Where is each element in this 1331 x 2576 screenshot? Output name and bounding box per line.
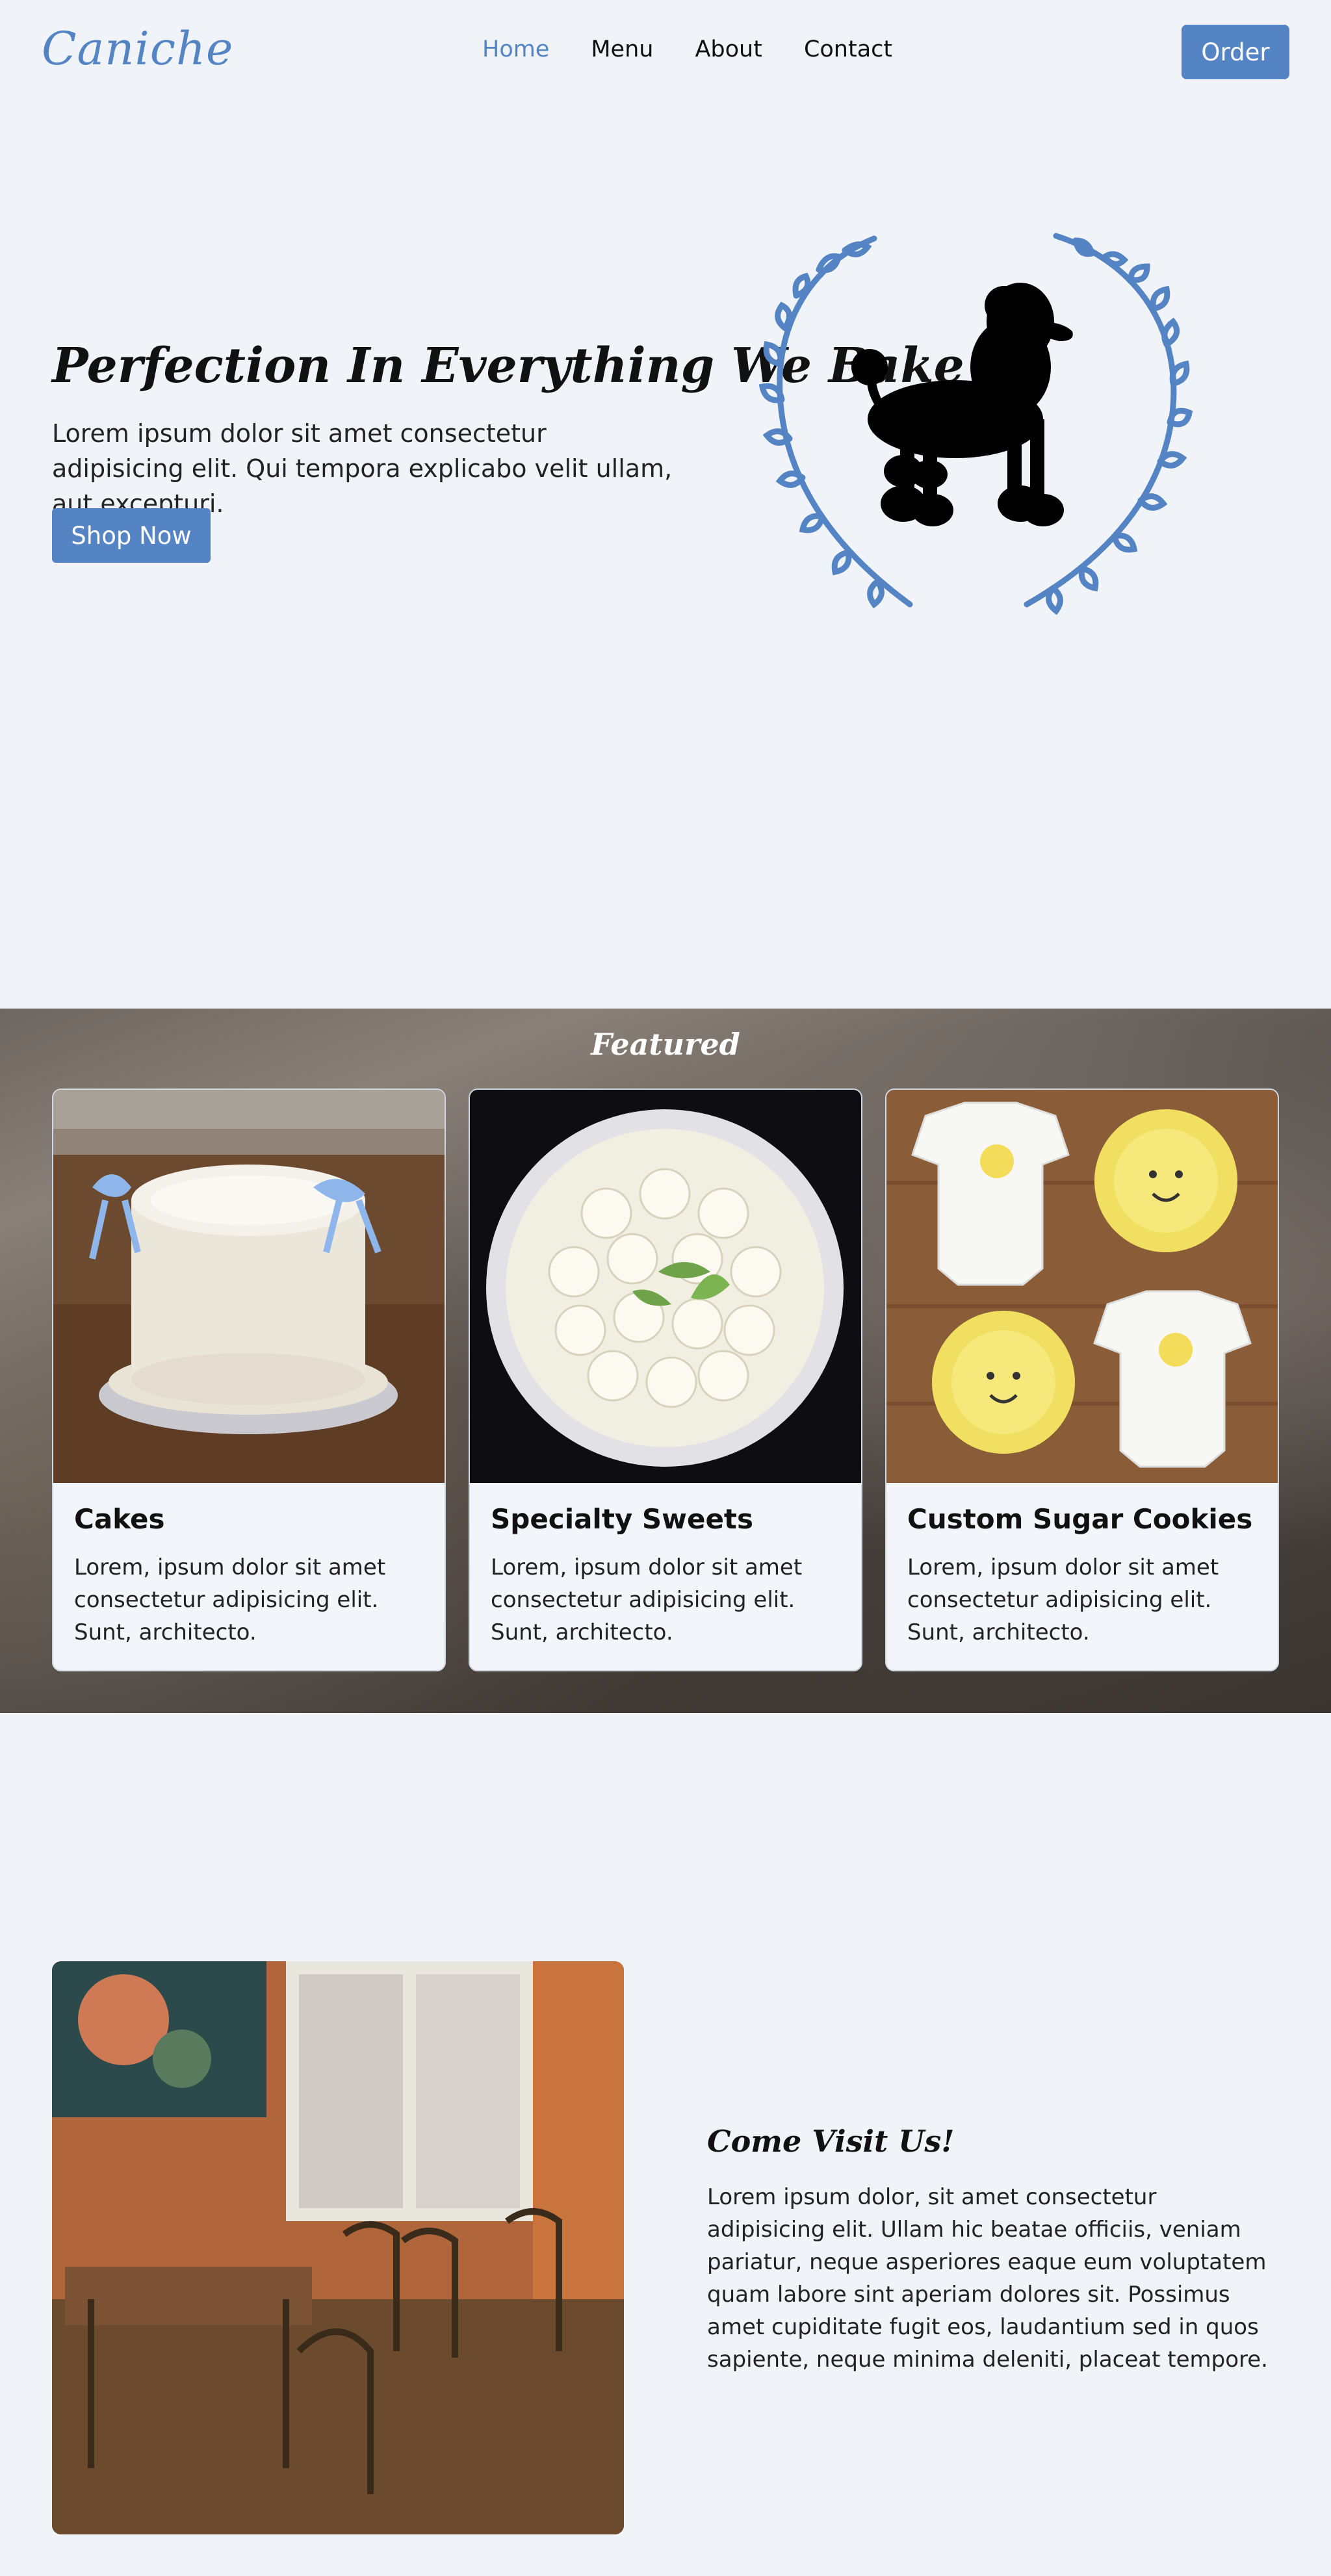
card-title: Specialty Sweets [491,1503,754,1535]
specialty-sweets-image [470,1090,861,1483]
top-nav: Caniche Home Menu About Contact Order [0,0,1331,104]
visit-description: Lorem ipsum dolor, sit amet consectetur … [707,2184,1268,2373]
featured-section: Featured Cakes Lorem, ipsum dolor sit am… [0,1009,1331,1713]
card-title: Custom Sugar Cookies [907,1503,1253,1535]
poodle-silhouette-icon [851,283,1073,526]
card-title: Cakes [74,1503,165,1535]
brand-logo[interactable]: Caniche [42,22,233,75]
nav-links: Home Menu About Contact [482,36,892,62]
card-description: Lorem, ipsum dolor sit amet consectetur … [491,1554,803,1645]
card-description: Lorem, ipsum dolor sit amet consectetur … [907,1554,1219,1645]
card-custom-sugar-cookies[interactable]: Custom Sugar Cookies Lorem, ipsum dolor … [885,1088,1279,1671]
sugar-cookies-image [886,1090,1278,1483]
card-specialty-sweets[interactable]: Specialty Sweets Lorem, ipsum dolor sit … [469,1088,862,1671]
card-cakes[interactable]: Cakes Lorem, ipsum dolor sit amet consec… [52,1088,446,1671]
poodle-wreath-illustration [758,233,1193,615]
nav-link-menu[interactable]: Menu [591,36,653,62]
visit-heading: Come Visit Us! [707,2124,955,2159]
cafe-interior-image [52,1961,624,2534]
nav-link-about[interactable]: About [695,36,762,62]
card-description: Lorem, ipsum dolor sit amet consectetur … [74,1554,386,1645]
nav-link-contact[interactable]: Contact [804,36,892,62]
nav-link-home[interactable]: Home [482,36,549,62]
featured-heading: Featured [591,1027,740,1062]
order-button[interactable]: Order [1182,25,1289,79]
hero-description: Lorem ipsum dolor sit amet consectetur a… [52,419,673,518]
shop-now-button[interactable]: Shop Now [52,508,211,563]
cakes-image [53,1090,445,1483]
